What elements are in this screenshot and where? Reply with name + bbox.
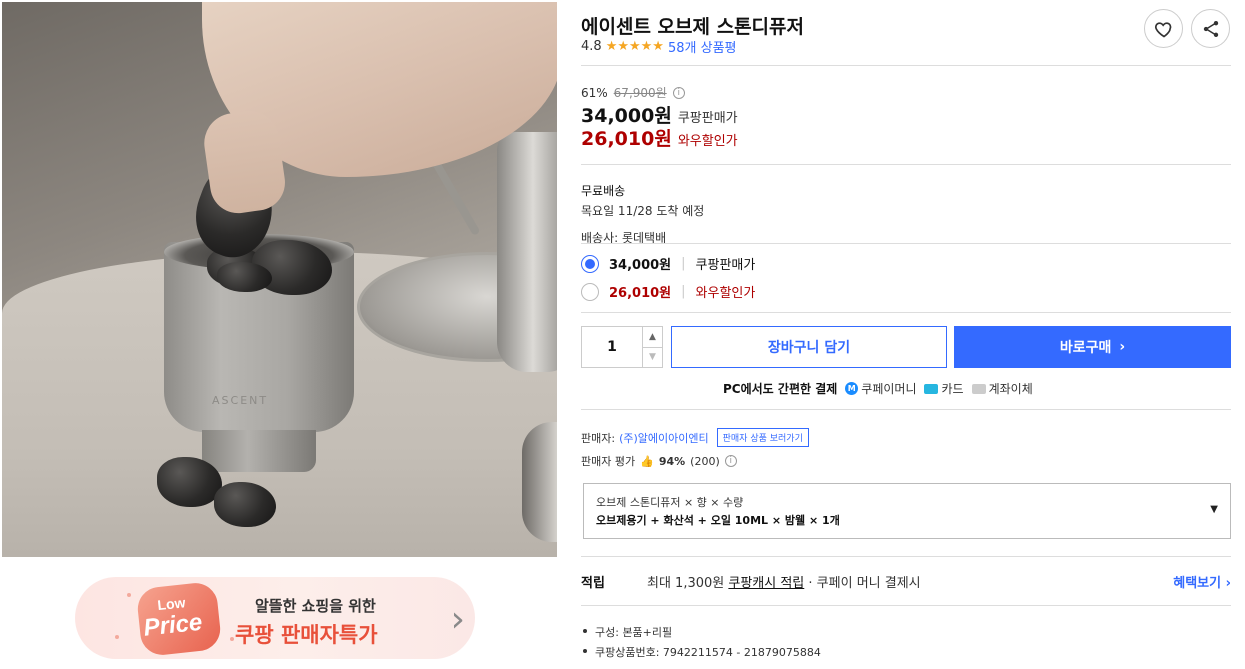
seller-row: 판매자: (주)알에이아이엔티 판매자 상품 보러가기: [581, 428, 809, 447]
buy-now-label: 바로구매: [1059, 340, 1112, 356]
quantity-steps: ▲ ▼: [642, 327, 662, 367]
photo-bowl: [522, 422, 557, 542]
photo-kettle-spout: [428, 154, 481, 236]
seller-rating-pct: 94%: [658, 454, 686, 468]
payment-bank-label: 계좌이체: [988, 382, 1033, 396]
product-specs: 구성: 본품+리필 쿠팡상품번호: 7942211574 - 218790758…: [581, 624, 821, 664]
option-separator: |: [681, 284, 686, 299]
pot-logo: ASCENT: [212, 394, 269, 407]
radio-unselected[interactable]: [581, 282, 599, 301]
divider: [581, 556, 1231, 557]
option-price: 34,000원: [609, 258, 672, 273]
divider: [581, 164, 1231, 165]
seller-name-link[interactable]: (주)알에이아이엔티: [619, 430, 709, 446]
price-option-coupang[interactable]: 34,000원 | 쿠팡판매가: [581, 254, 755, 273]
buy-now-button[interactable]: 바로구매 ›: [954, 326, 1231, 368]
divider: [581, 312, 1231, 313]
banner-arrow-icon[interactable]: ›: [451, 599, 465, 640]
low-price-badge: Low Price: [135, 581, 223, 657]
option-dropdown-value: 오브제용기 + 화산석 + 오일 10ML × 밤웰 × 1개: [596, 514, 840, 527]
points-label: 적립: [581, 576, 605, 591]
review-count-link[interactable]: 58개 상품평: [668, 37, 737, 56]
option-price: 26,010원: [609, 286, 672, 301]
card-icon: [924, 383, 939, 394]
discount-row: 61% 67,900원 i: [581, 84, 685, 101]
decor-dot: [115, 635, 119, 639]
seller-products-link[interactable]: 판매자 상품 보러가기: [716, 428, 809, 447]
points-desc-suffix: · 쿠페이 머니 결제시: [808, 576, 921, 591]
heart-icon: [1154, 21, 1171, 37]
banner-line1: 알뜰한 쇼핑을 위한: [255, 597, 376, 615]
star-rating-icon: ★★★★★: [605, 39, 664, 54]
spec-item: 쿠팡상품번호: 7942211574 - 21879075884: [581, 644, 821, 660]
quantity-input[interactable]: [582, 327, 642, 367]
share-icon: [1203, 20, 1218, 37]
spec-item: 구성: 본품+리필: [581, 624, 821, 640]
price-option-wow[interactable]: 26,010원 | 와우할인가: [581, 282, 755, 301]
wishlist-button[interactable]: [1144, 9, 1183, 48]
decor-dot: [230, 637, 234, 641]
quantity-stepper[interactable]: ▲ ▼: [581, 326, 663, 368]
rock: [217, 262, 272, 292]
points-desc: 최대 1,300원 쿠팡캐시 적립 · 쿠페이 머니 결제시: [647, 572, 921, 591]
product-image[interactable]: ASCENT: [2, 2, 557, 557]
product-info-panel: 에이센트 오브제 스톤디퓨저 4.8 ★★★★★ 58개 상품평 61% 67,…: [581, 0, 1231, 669]
radio-selected[interactable]: [581, 254, 599, 273]
increment-icon[interactable]: ▲: [643, 327, 662, 347]
coupay-icon: M: [845, 382, 859, 395]
benefits-link[interactable]: 혜택보기 ›: [1173, 572, 1231, 591]
payment-bank[interactable]: 계좌이체: [971, 380, 1033, 397]
payment-card-label: 카드: [941, 382, 964, 396]
option-separator: |: [681, 256, 686, 271]
payment-lead: PC에서도 간편한 결제: [723, 382, 838, 396]
shipping-type: 무료배송: [581, 184, 626, 198]
rating-value: 4.8: [581, 39, 602, 54]
decrement-icon[interactable]: ▼: [643, 346, 662, 368]
banner-line2: 쿠팡 판매자특가: [235, 623, 378, 647]
photo-kettle: [497, 132, 557, 372]
payment-coupay-label: 쿠페이머니: [861, 382, 917, 396]
seller-label: 판매자:: [581, 431, 616, 445]
seller-rating-row: 판매자 평가 👍 94% (200) i: [581, 453, 737, 469]
caret-down-icon: ▼: [1210, 504, 1218, 515]
pot-foot: [202, 430, 316, 472]
divider: [581, 605, 1231, 606]
seller-rating-label: 판매자 평가: [581, 455, 636, 468]
option-dropdown[interactable]: 오브제 스톤디퓨저 × 향 × 수량 오브제용기 + 화산석 + 오일 10ML…: [583, 483, 1231, 539]
info-icon[interactable]: i: [672, 86, 685, 99]
seller-deal-banner[interactable]: Low Price 알뜰한 쇼핑을 위한 쿠팡 판매자특가 ›: [75, 577, 475, 659]
discount-rate: 61%: [581, 85, 608, 100]
option-label: 쿠팡판매가: [695, 258, 756, 273]
divider: [581, 65, 1231, 66]
divider: [581, 243, 1231, 244]
add-to-cart-button[interactable]: 장바구니 담기: [671, 326, 947, 368]
share-button[interactable]: [1191, 9, 1230, 48]
decor-dot: [127, 593, 131, 597]
divider: [581, 409, 1231, 410]
wow-price: 26,010원: [581, 128, 672, 150]
points-desc-prefix: 최대 1,300원: [647, 576, 725, 591]
seller-rating-count: (200): [690, 454, 720, 468]
product-title: 에이센트 오브제 스톤디퓨저: [581, 16, 804, 38]
wow-price-label: 와우할인가: [677, 134, 738, 149]
option-dropdown-title: 오브제 스톤디퓨저 × 향 × 수량: [596, 496, 744, 509]
info-icon[interactable]: i: [724, 455, 737, 467]
wow-price-row: 26,010원 와우할인가: [581, 124, 738, 151]
payment-coupay[interactable]: M 쿠페이머니: [845, 380, 916, 397]
product-rating: 4.8 ★★★★★ 58개 상품평: [581, 37, 736, 56]
option-label: 와우할인가: [695, 286, 756, 301]
bank-transfer-icon: [971, 383, 986, 394]
chevron-right-icon: ›: [1119, 339, 1126, 355]
original-price: 67,900원: [613, 86, 667, 100]
shipping-eta: 목요일 11/28 도착 예정: [581, 204, 705, 218]
points-cash-link[interactable]: 쿠팡캐시 적립: [728, 576, 804, 591]
badge-price-text: Price: [142, 608, 204, 642]
thumbs-up-icon: 👍: [640, 454, 654, 468]
payment-methods: PC에서도 간편한 결제 M 쿠페이머니 카드 계좌이체: [723, 380, 1033, 397]
payment-card[interactable]: 카드: [924, 380, 964, 397]
